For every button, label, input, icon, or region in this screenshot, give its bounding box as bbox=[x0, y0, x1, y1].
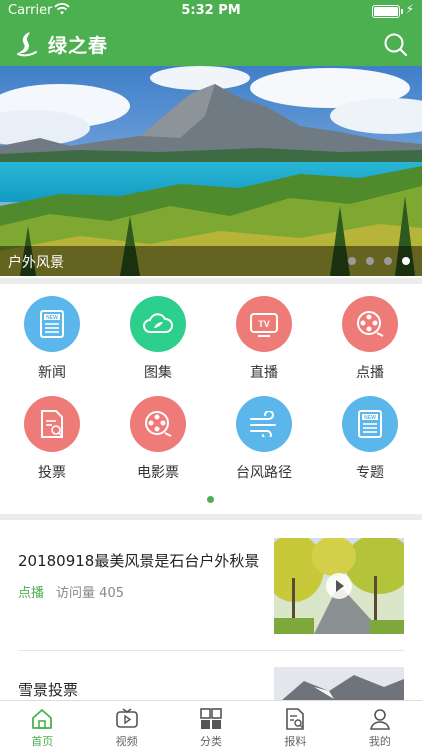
tab-label: 分类 bbox=[200, 735, 223, 748]
banner-caption: 户外风景 bbox=[8, 255, 64, 271]
views-count: 405 bbox=[99, 586, 124, 601]
news-tag: 点播 bbox=[18, 586, 45, 601]
news-thumbnail bbox=[274, 667, 404, 700]
carousel-indicator[interactable] bbox=[348, 257, 410, 265]
carousel-dot-active[interactable] bbox=[402, 257, 410, 265]
header: Carrier 5:32 PM ⚡ 绿之春 bbox=[0, 0, 422, 66]
category-icon bbox=[200, 708, 222, 729]
category-label: 电影票 bbox=[137, 465, 179, 481]
category-news[interactable]: NEW 新闻 bbox=[0, 284, 104, 381]
movie-ticket-icon bbox=[130, 396, 186, 452]
svg-text:NEW: NEW bbox=[46, 315, 58, 321]
views-label: 访问量 bbox=[56, 586, 96, 601]
tab-label: 我的 bbox=[368, 735, 391, 748]
tab-label: 视频 bbox=[115, 735, 138, 748]
tab-report[interactable]: 报料 bbox=[253, 701, 337, 751]
category-live[interactable]: TV 直播 bbox=[212, 284, 316, 381]
film-reel-icon bbox=[342, 296, 398, 352]
tv-icon: TV bbox=[236, 296, 292, 352]
banner-image bbox=[0, 66, 422, 276]
category-label: 投票 bbox=[38, 465, 66, 481]
category-movie-ticket[interactable]: 电影票 bbox=[106, 384, 210, 481]
svg-text:NEW: NEW bbox=[364, 415, 376, 421]
category-grid: NEW 新闻 图集 TV 直播 点播 投票 电影票 台风路径 NEW 专题 bbox=[0, 284, 422, 514]
video-icon bbox=[115, 708, 138, 728]
gallery-icon bbox=[130, 296, 186, 352]
category-topic[interactable]: NEW 专题 bbox=[318, 384, 422, 481]
category-vod[interactable]: 点播 bbox=[318, 284, 422, 381]
tab-category[interactable]: 分类 bbox=[169, 701, 253, 751]
grid-page-indicator bbox=[207, 496, 214, 503]
wind-icon bbox=[236, 396, 292, 452]
report-icon bbox=[286, 708, 305, 730]
news-icon: NEW bbox=[24, 296, 80, 352]
user-icon bbox=[369, 709, 390, 730]
vote-icon bbox=[24, 396, 80, 452]
carousel-dot[interactable] bbox=[384, 257, 392, 265]
category-label: 台风路径 bbox=[236, 465, 292, 481]
banner-carousel[interactable]: 户外风景 bbox=[0, 66, 422, 276]
home-icon bbox=[32, 709, 53, 729]
news-item[interactable]: 雪景投票 bbox=[0, 651, 422, 700]
category-label: 专题 bbox=[356, 465, 384, 481]
app-title: 绿之春 bbox=[48, 35, 109, 57]
category-vote[interactable]: 投票 bbox=[0, 384, 104, 481]
carousel-dot[interactable] bbox=[348, 257, 356, 265]
news-item[interactable]: 20180918最美风景是石台户外秋景 点播 访问量 405 bbox=[0, 520, 422, 650]
play-icon[interactable] bbox=[326, 573, 352, 599]
logo-icon bbox=[17, 32, 37, 57]
tab-label: 报料 bbox=[284, 735, 307, 748]
category-label: 点播 bbox=[356, 365, 384, 381]
carousel-dot[interactable] bbox=[366, 257, 374, 265]
tab-bar: 首页 视频 分类 报料 我的 bbox=[0, 700, 422, 751]
battery-icon bbox=[372, 5, 403, 18]
app-bar: 绿之春 bbox=[0, 24, 422, 66]
topic-icon: NEW bbox=[342, 396, 398, 452]
search-icon[interactable] bbox=[382, 31, 408, 57]
news-title: 雪景投票 bbox=[18, 681, 79, 699]
tab-profile[interactable]: 我的 bbox=[338, 701, 422, 751]
category-label: 直播 bbox=[250, 365, 278, 381]
category-gallery[interactable]: 图集 bbox=[106, 284, 210, 381]
category-typhoon-path[interactable]: 台风路径 bbox=[212, 384, 316, 481]
news-title: 20180918最美风景是石台户外秋景 bbox=[18, 552, 260, 570]
news-thumbnail bbox=[274, 538, 404, 634]
charging-icon: ⚡ bbox=[405, 2, 414, 16]
banner-caption-bar: 户外风景 bbox=[0, 246, 422, 276]
tab-label: 首页 bbox=[31, 735, 54, 748]
news-meta: 点播 访问量 405 bbox=[18, 582, 124, 601]
status-time: 5:32 PM bbox=[181, 3, 241, 18]
category-label: 新闻 bbox=[38, 365, 66, 381]
status-bar: Carrier 5:32 PM ⚡ bbox=[0, 0, 422, 22]
svg-text:TV: TV bbox=[258, 319, 270, 329]
tab-home[interactable]: 首页 bbox=[0, 701, 84, 751]
tab-video[interactable]: 视频 bbox=[84, 701, 168, 751]
category-label: 图集 bbox=[144, 365, 172, 381]
